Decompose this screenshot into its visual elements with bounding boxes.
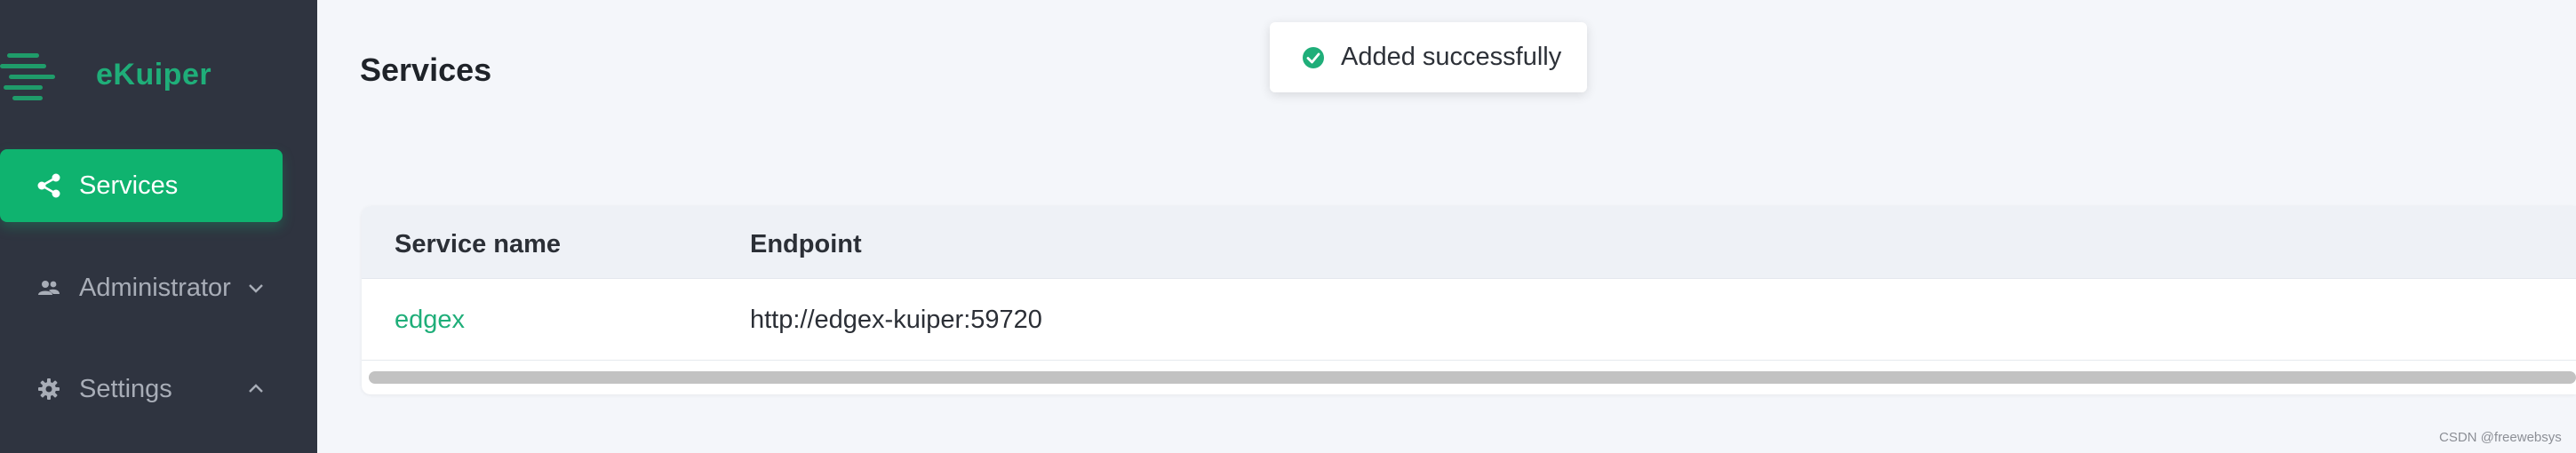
app-window: eKuiper Services Administrator Settings … (0, 0, 2576, 453)
sidebar-item-label: Services (79, 171, 179, 200)
logo[interactable]: eKuiper (0, 46, 211, 103)
success-toast: Added successfully (1270, 22, 1587, 92)
sidebar-item-administrator[interactable]: Administrator (0, 251, 283, 324)
users-icon (34, 273, 64, 303)
column-header-endpoint: Endpoint (750, 230, 862, 258)
watermark: CSDN @freewebsys (2439, 430, 2562, 445)
table-header: Service name Endpoint (362, 206, 2576, 279)
gear-icon (34, 374, 64, 404)
horizontal-scrollbar[interactable] (369, 371, 2576, 384)
app-name: eKuiper (96, 57, 212, 91)
chevron-down-icon[interactable] (246, 278, 266, 298)
page-title: Services (360, 52, 492, 88)
sidebar-item-services[interactable]: Services (0, 149, 283, 222)
sidebar-item-label: Administrator (79, 273, 231, 302)
toast-message: Added successfully (1341, 43, 1562, 71)
column-header-service-name: Service name (395, 230, 562, 258)
chevron-up-icon[interactable] (246, 379, 266, 399)
sidebar: eKuiper Services Administrator Settings (0, 0, 317, 453)
sidebar-item-settings[interactable]: Settings (0, 353, 283, 425)
share-icon (34, 171, 64, 201)
check-circle-icon (1302, 46, 1325, 69)
service-endpoint: http://edgex-kuiper:59720 (750, 306, 1042, 334)
sidebar-item-label: Settings (79, 374, 172, 403)
ekuiper-logo-icon (0, 48, 59, 101)
services-table: Service name Endpoint edgex http://edgex… (362, 206, 2576, 394)
service-name-link[interactable]: edgex (395, 306, 465, 335)
table-row: edgex http://edgex-kuiper:59720 (362, 279, 2576, 361)
